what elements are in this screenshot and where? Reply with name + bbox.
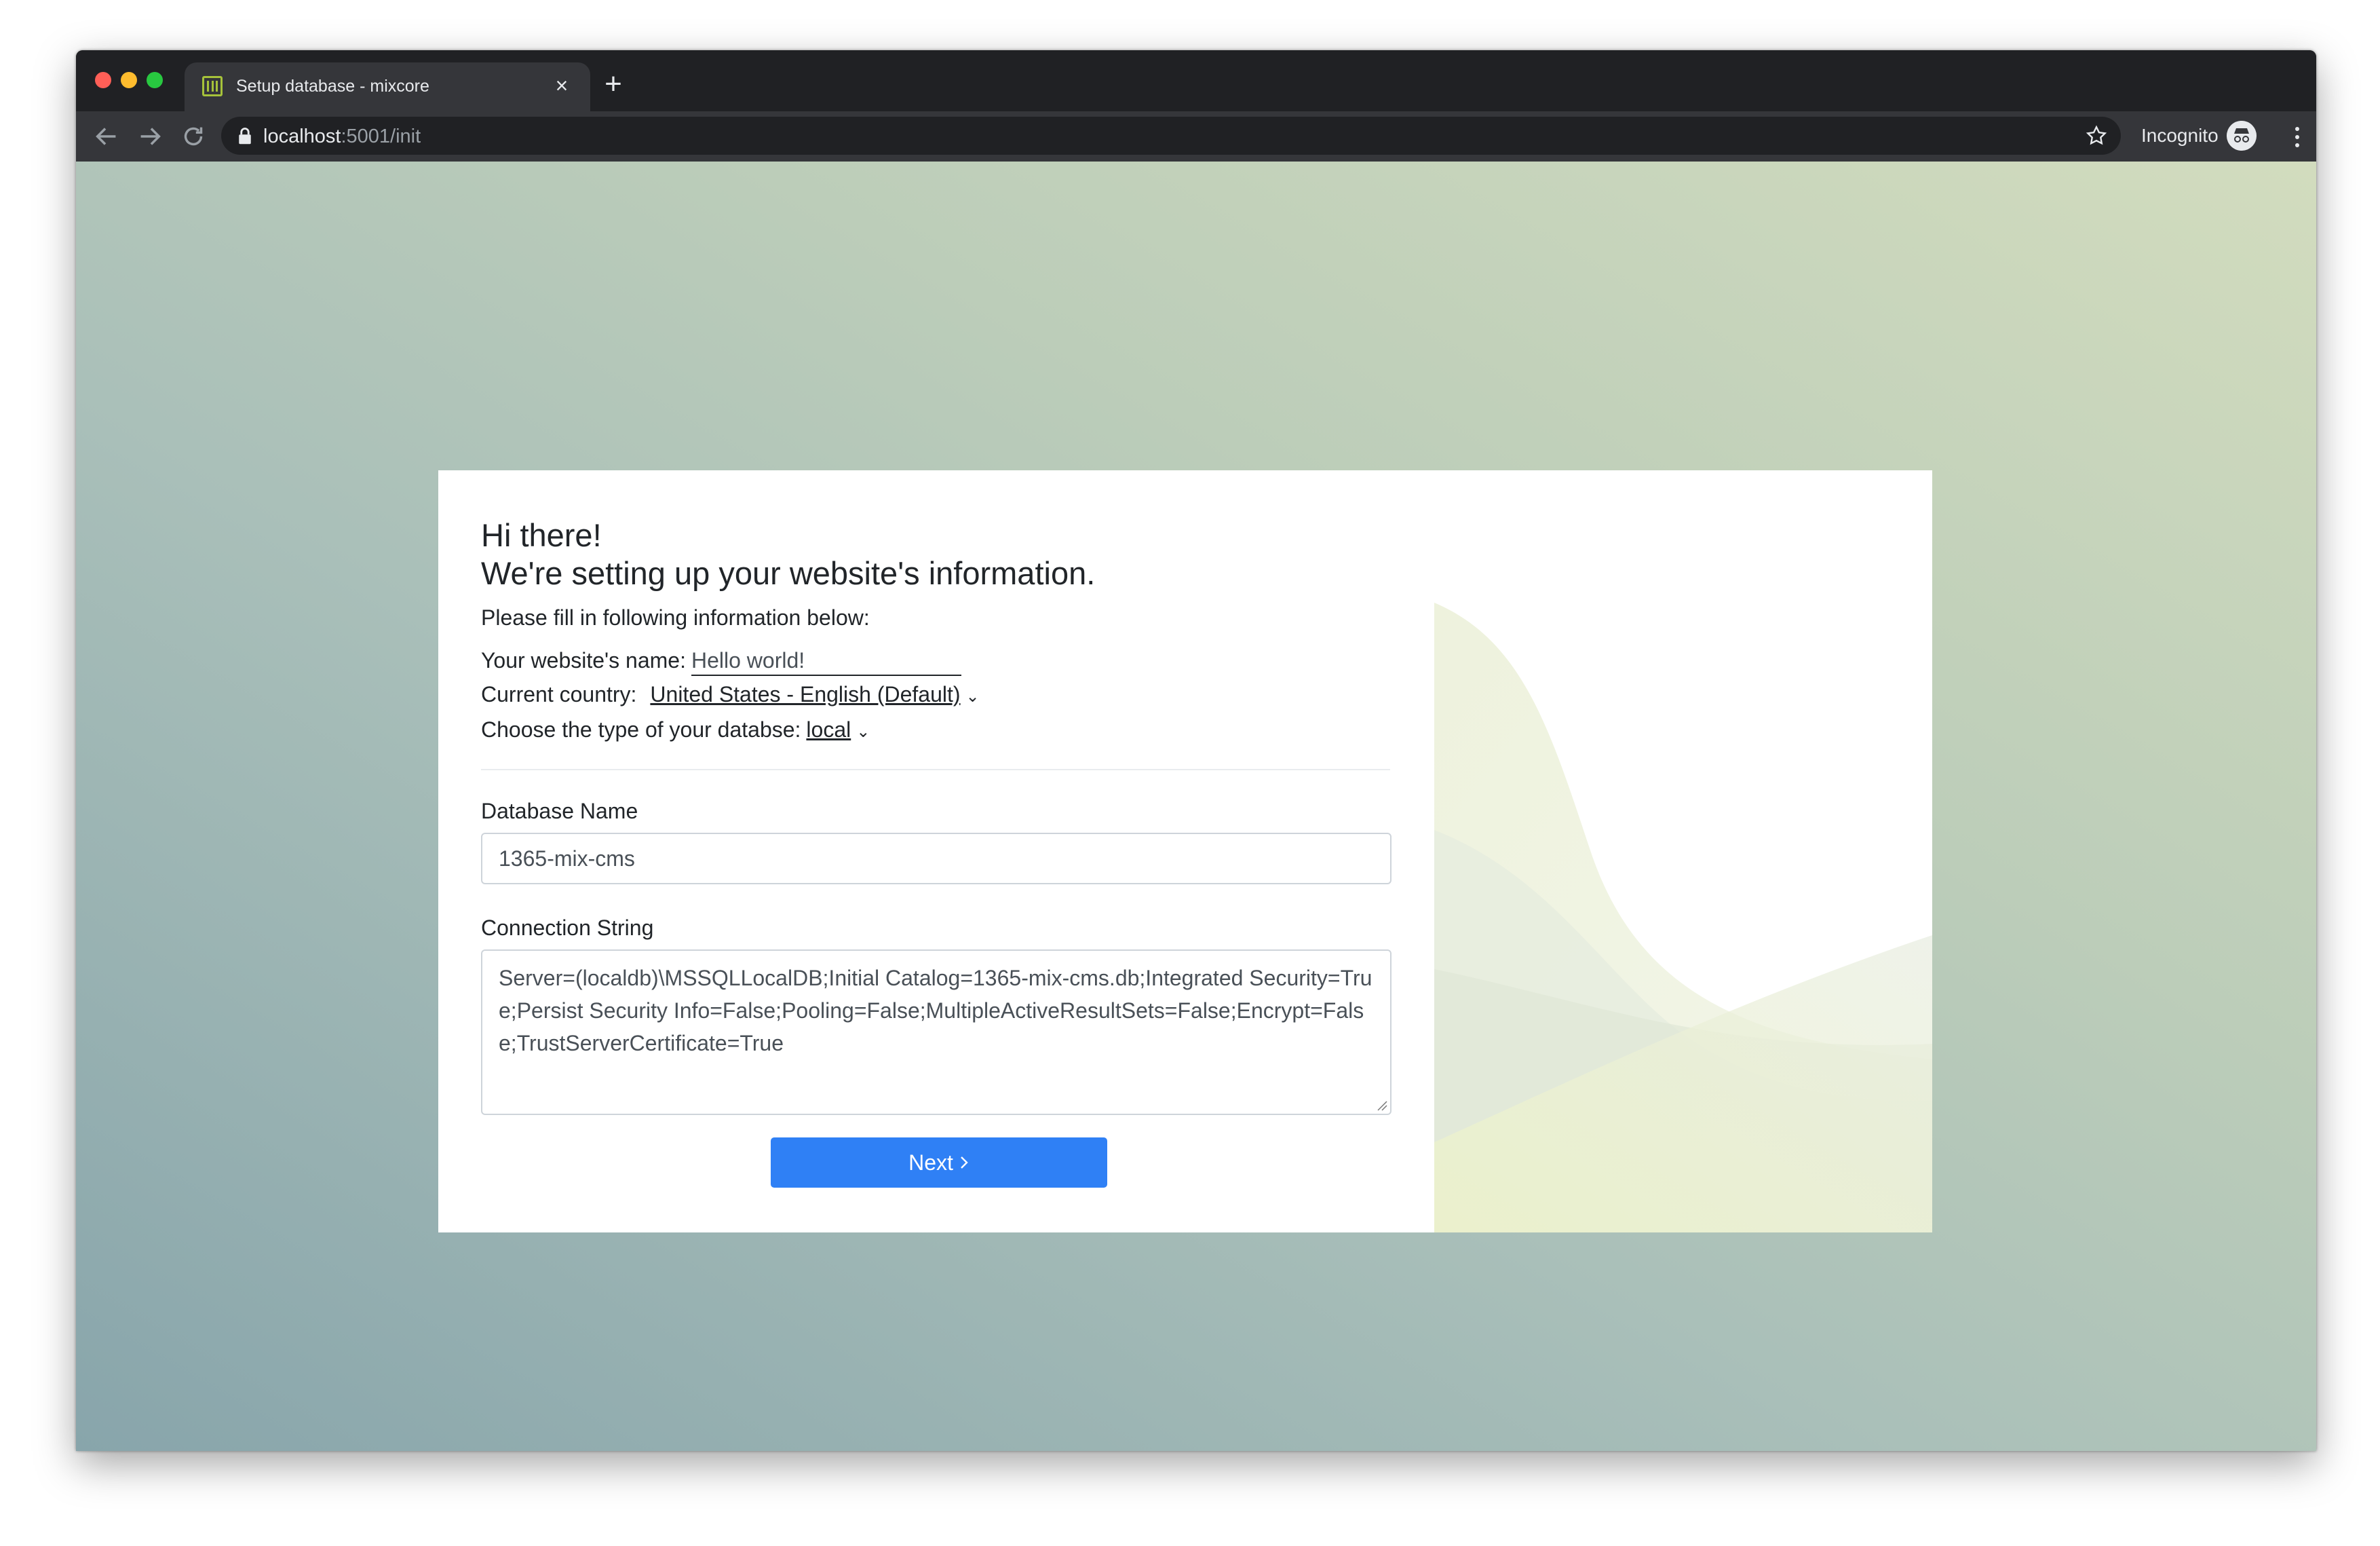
site-name-label: Your website's name: bbox=[481, 648, 686, 673]
country-row: Current country: United States - English … bbox=[481, 682, 980, 707]
page-viewport: Hi there! We're setting up your website'… bbox=[76, 162, 2316, 1451]
site-name-input[interactable]: Hello world! bbox=[691, 648, 961, 676]
address-bar[interactable]: localhost:5001/init bbox=[221, 117, 2121, 155]
url-host: localhost bbox=[263, 126, 341, 147]
connection-string-label: Connection String bbox=[481, 916, 654, 940]
greeting-heading: Hi there! bbox=[481, 517, 602, 553]
url-path: :5001/init bbox=[341, 126, 421, 147]
url-text: localhost:5001/init bbox=[263, 126, 421, 148]
database-name-input[interactable]: 1365-mix-cms bbox=[481, 833, 1391, 884]
intro-text: Please fill in following information bel… bbox=[481, 605, 870, 630]
country-label: Current country: bbox=[481, 682, 637, 706]
connection-string-value: Server=(localdb)\MSSQLLocalDB;Initial Ca… bbox=[499, 966, 1373, 1055]
reload-button[interactable] bbox=[178, 121, 209, 152]
chevron-down-icon[interactable]: ⌄ bbox=[966, 687, 980, 706]
window-close-button[interactable] bbox=[95, 72, 111, 88]
chevron-down-icon[interactable]: ⌄ bbox=[856, 722, 870, 742]
star-icon[interactable] bbox=[2084, 124, 2109, 148]
incognito-icon[interactable] bbox=[2227, 121, 2257, 151]
mixcore-favicon-icon bbox=[202, 76, 223, 96]
decorative-wave-art bbox=[1434, 603, 1932, 1232]
country-select[interactable]: United States - English (Default) bbox=[650, 682, 960, 706]
window-maximize-button[interactable] bbox=[147, 72, 163, 88]
next-button[interactable]: Next bbox=[771, 1137, 1107, 1188]
chevron-right-icon bbox=[961, 1156, 968, 1169]
db-type-select[interactable]: local bbox=[806, 717, 851, 742]
back-arrow-icon bbox=[96, 128, 116, 145]
connection-string-textarea[interactable]: Server=(localdb)\MSSQLLocalDB;Initial Ca… bbox=[481, 949, 1391, 1115]
window-minimize-button[interactable] bbox=[121, 72, 137, 88]
new-tab-button[interactable]: + bbox=[598, 69, 628, 100]
forward-button[interactable] bbox=[134, 121, 166, 152]
page-title: We're setting up your website's informat… bbox=[481, 555, 1096, 591]
db-type-row: Choose the type of your databse: local ⌄ bbox=[481, 717, 870, 742]
back-button[interactable] bbox=[91, 121, 122, 152]
tab-setup-database[interactable]: Setup database - mixcore × bbox=[185, 62, 590, 111]
browser-toolbar: localhost:5001/init Incognito bbox=[76, 111, 2316, 162]
lock-icon bbox=[239, 128, 251, 145]
site-name-row: Your website's name: Hello world! bbox=[481, 648, 961, 676]
database-name-label: Database Name bbox=[481, 799, 638, 823]
tab-close-button[interactable]: × bbox=[548, 72, 575, 99]
resize-grip-icon[interactable] bbox=[1375, 1099, 1387, 1111]
db-type-label: Choose the type of your databse: bbox=[481, 717, 801, 742]
incognito-label: Incognito bbox=[2141, 125, 2219, 146]
browser-window: Setup database - mixcore × + localhost:5… bbox=[76, 50, 2316, 1451]
tab-strip: Setup database - mixcore × + bbox=[76, 50, 2316, 111]
reload-icon bbox=[184, 127, 203, 146]
divider bbox=[481, 769, 1390, 770]
more-menu-icon[interactable] bbox=[2284, 122, 2311, 152]
forward-arrow-icon bbox=[140, 128, 161, 145]
tab-title: Setup database - mixcore bbox=[236, 77, 429, 96]
next-button-label: Next bbox=[908, 1150, 953, 1175]
setup-card: Hi there! We're setting up your website'… bbox=[438, 470, 1932, 1232]
